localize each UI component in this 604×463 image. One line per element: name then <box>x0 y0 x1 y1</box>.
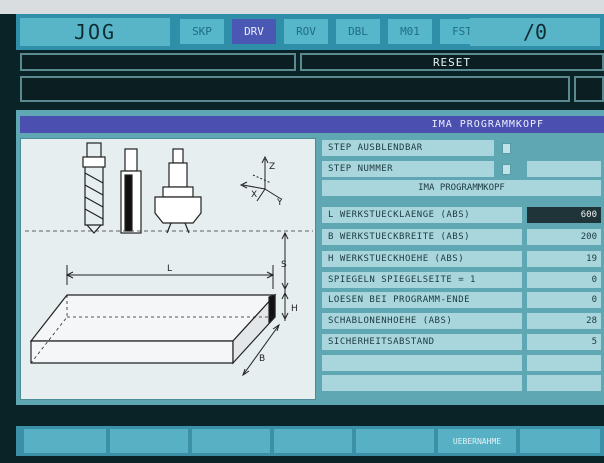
param-field-werkstuecklaenge[interactable]: 600 <box>527 207 601 223</box>
reset-status: RESET <box>300 53 604 71</box>
dimension-h <box>281 289 289 321</box>
param-field-spiegeln[interactable]: 0 <box>527 272 601 288</box>
tab-skp[interactable]: SKP <box>180 19 224 44</box>
dialog-title: IMA PROGRAMMKOPF <box>20 116 604 133</box>
param-field-empty-1[interactable] <box>527 355 601 371</box>
workpiece-block <box>29 293 277 365</box>
program-header-subtitle: IMA PROGRAMMKOPF <box>322 180 601 196</box>
param-field-werkstueckhoehe[interactable]: 19 <box>527 251 601 267</box>
end-mill-tool-icon <box>82 142 106 234</box>
param-field-werkstueckbreite[interactable]: 200 <box>527 229 601 245</box>
softkey-3[interactable] <box>192 429 270 453</box>
tab-drv[interactable]: DRV <box>232 19 276 44</box>
cutter-tool-icon <box>120 148 142 234</box>
param-label-werkstueckhoehe: H WERKSTUECKHOEHE (ABS) <box>322 251 522 267</box>
axis-x-label: X <box>251 190 257 200</box>
step-nummer-checkbox[interactable] <box>502 164 511 175</box>
param-field-loesen[interactable]: 0 <box>527 292 601 308</box>
axis-y-label: Y <box>276 198 283 208</box>
dim-h-label: H <box>291 304 298 314</box>
dim-b-label: B <box>259 354 265 364</box>
param-label-werkstuecklaenge: L WERKSTUECKLAENGE (ABS) <box>322 207 522 223</box>
axis-z-label: Z <box>269 162 275 172</box>
softkey-uebernahme[interactable]: UEBERNAHME <box>438 429 516 453</box>
step-nummer-label: STEP NUMMER <box>322 161 494 177</box>
param-field-sicherheitsabstand[interactable]: 5 <box>527 334 601 350</box>
param-label-loesen: LOESEN BEI PROGRAMM-ENDE <box>322 292 522 308</box>
message-aux <box>574 76 604 102</box>
softkey-4[interactable] <box>274 429 352 453</box>
dim-s-label: S <box>281 260 287 270</box>
param-label-werkstueckbreite: B WERKSTUECKBREITE (ABS) <box>322 229 522 245</box>
dim-l-label: L <box>167 264 172 274</box>
tab-rov[interactable]: ROV <box>284 19 328 44</box>
softkey-7[interactable] <box>520 429 600 453</box>
step-nummer-field[interactable] <box>527 161 601 177</box>
param-label-schablonenhoehe: SCHABLONENHOEHE (ABS) <box>322 313 522 329</box>
message-line <box>20 76 570 102</box>
param-label-sicherheitsabstand: SICHERHEITSABSTAND <box>322 334 522 350</box>
param-label-empty-2 <box>322 375 522 391</box>
channel-indicator: /0 <box>470 18 600 46</box>
param-field-empty-2[interactable] <box>527 375 601 391</box>
param-label-empty-1 <box>322 355 522 371</box>
step-ausblendbar-checkbox[interactable] <box>502 143 511 154</box>
tab-m01[interactable]: M01 <box>388 19 432 44</box>
softkey-2[interactable] <box>110 429 188 453</box>
workpiece-drawing: Z X Y S L H B <box>20 138 316 400</box>
softkey-1[interactable] <box>24 429 106 453</box>
operating-mode: JOG <box>20 18 170 46</box>
param-field-schablonenhoehe[interactable]: 28 <box>527 313 601 329</box>
workpiece-illustration: Z X Y S L H B <box>25 142 313 377</box>
boring-tool-icon <box>154 148 202 234</box>
tab-dbl[interactable]: DBL <box>336 19 380 44</box>
monitor-bezel <box>0 0 604 14</box>
param-label-spiegeln: SPIEGELN SPIEGELSEITE = 1 <box>322 272 522 288</box>
step-ausblendbar-label: STEP AUSBLENDBAR <box>322 140 494 156</box>
softkey-5[interactable] <box>356 429 434 453</box>
alarm-line <box>20 53 296 71</box>
